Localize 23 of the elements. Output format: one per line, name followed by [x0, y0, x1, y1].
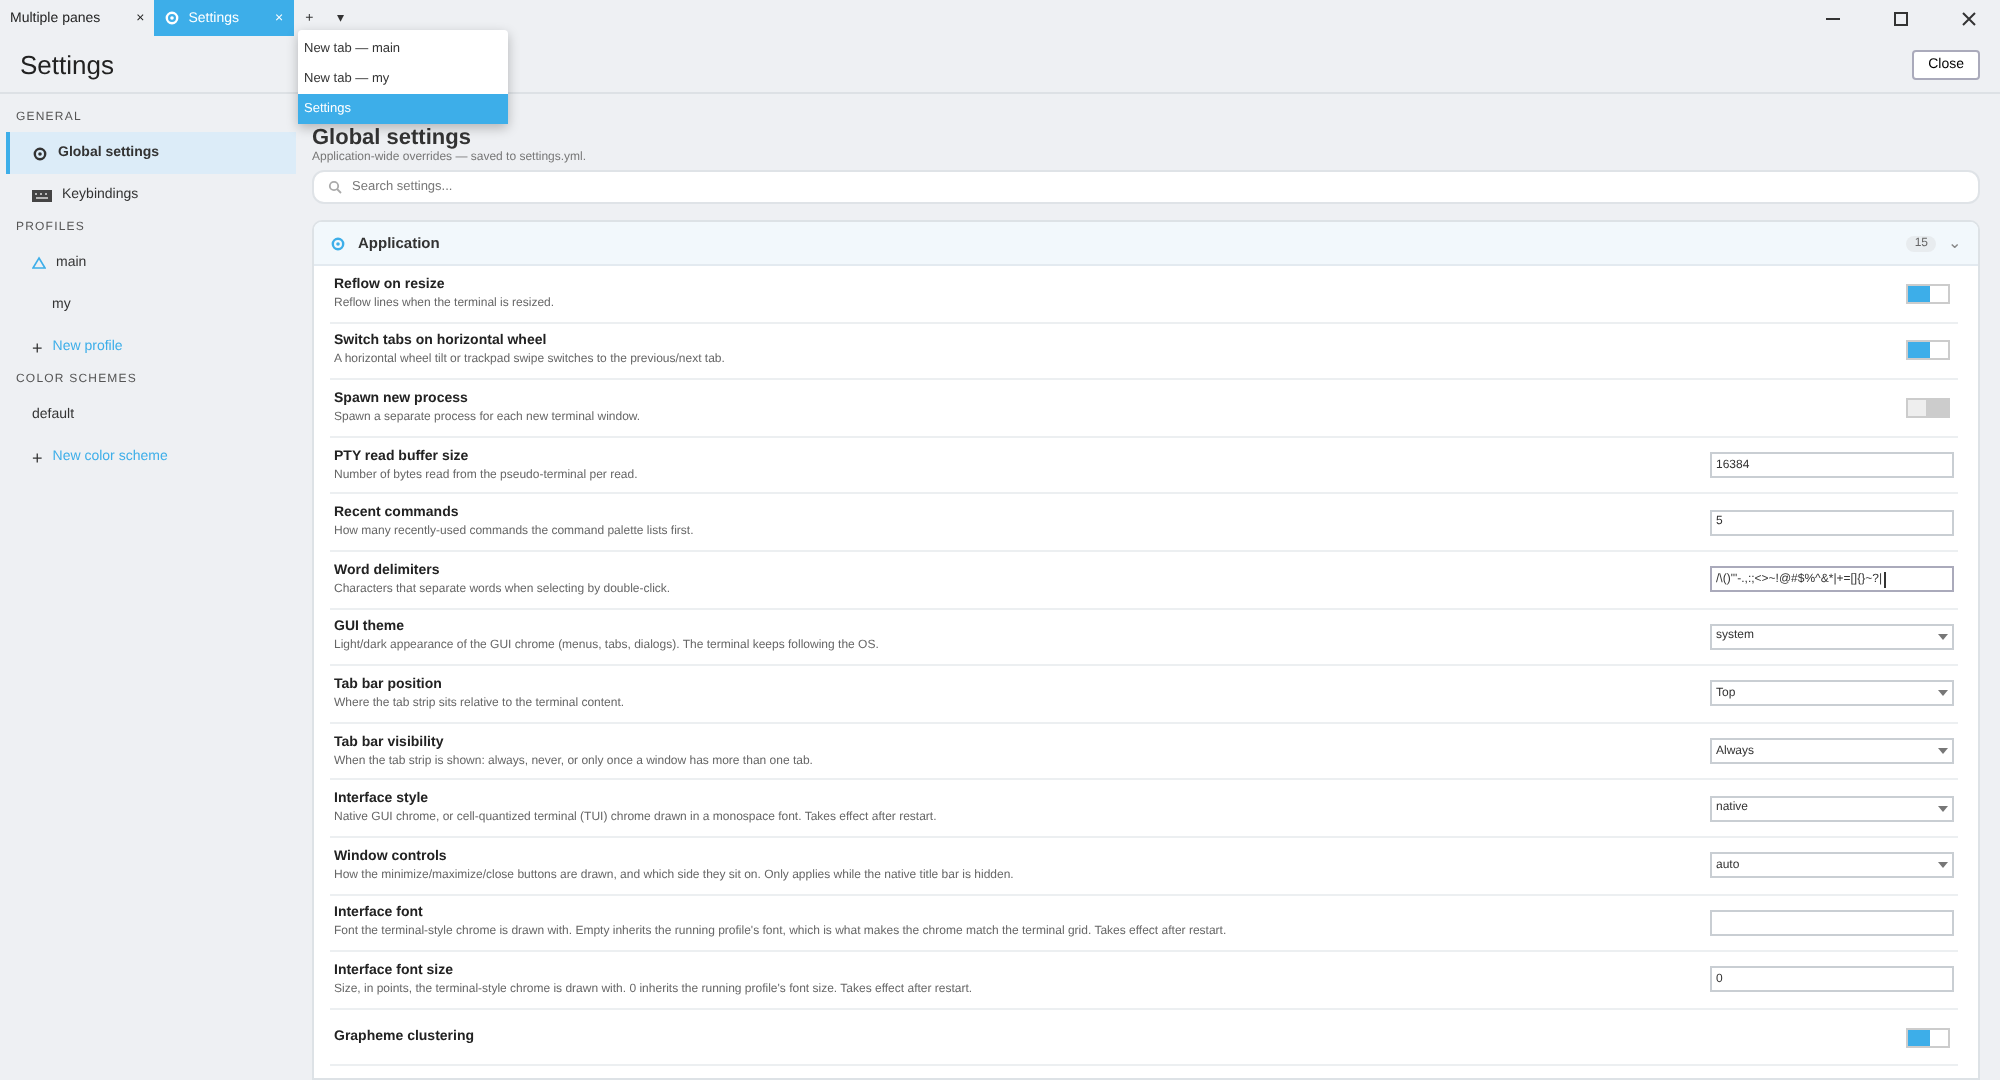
caret-icon: [1938, 805, 1948, 812]
gear-icon: [164, 10, 181, 26]
caret-icon: [1938, 748, 1948, 755]
toggle-switch[interactable]: [1906, 340, 1950, 361]
input-field[interactable]: [1710, 909, 1954, 936]
triangle-icon: [32, 256, 46, 270]
caret-icon: [1938, 862, 1948, 869]
plus-icon: +: [32, 447, 43, 467]
plus-icon: +: [32, 337, 43, 357]
gear-icon: [32, 145, 48, 161]
section-title: Global settings: [312, 126, 473, 150]
toggle-switch[interactable]: [1906, 397, 1950, 418]
toggle-switch[interactable]: [1906, 283, 1950, 304]
chevron-icon: ⌄: [1948, 234, 1962, 252]
maximize-icon[interactable]: [1892, 9, 1910, 27]
toggle-switch[interactable]: [1906, 1027, 1950, 1048]
caret-icon: [1938, 690, 1948, 697]
gear-icon: [330, 235, 346, 251]
keyboard-icon: [32, 189, 52, 201]
page-title: Settings: [20, 49, 114, 79]
caret-icon: [1938, 633, 1948, 640]
search-icon: [328, 180, 342, 194]
close-icon[interactable]: [1960, 9, 1978, 27]
